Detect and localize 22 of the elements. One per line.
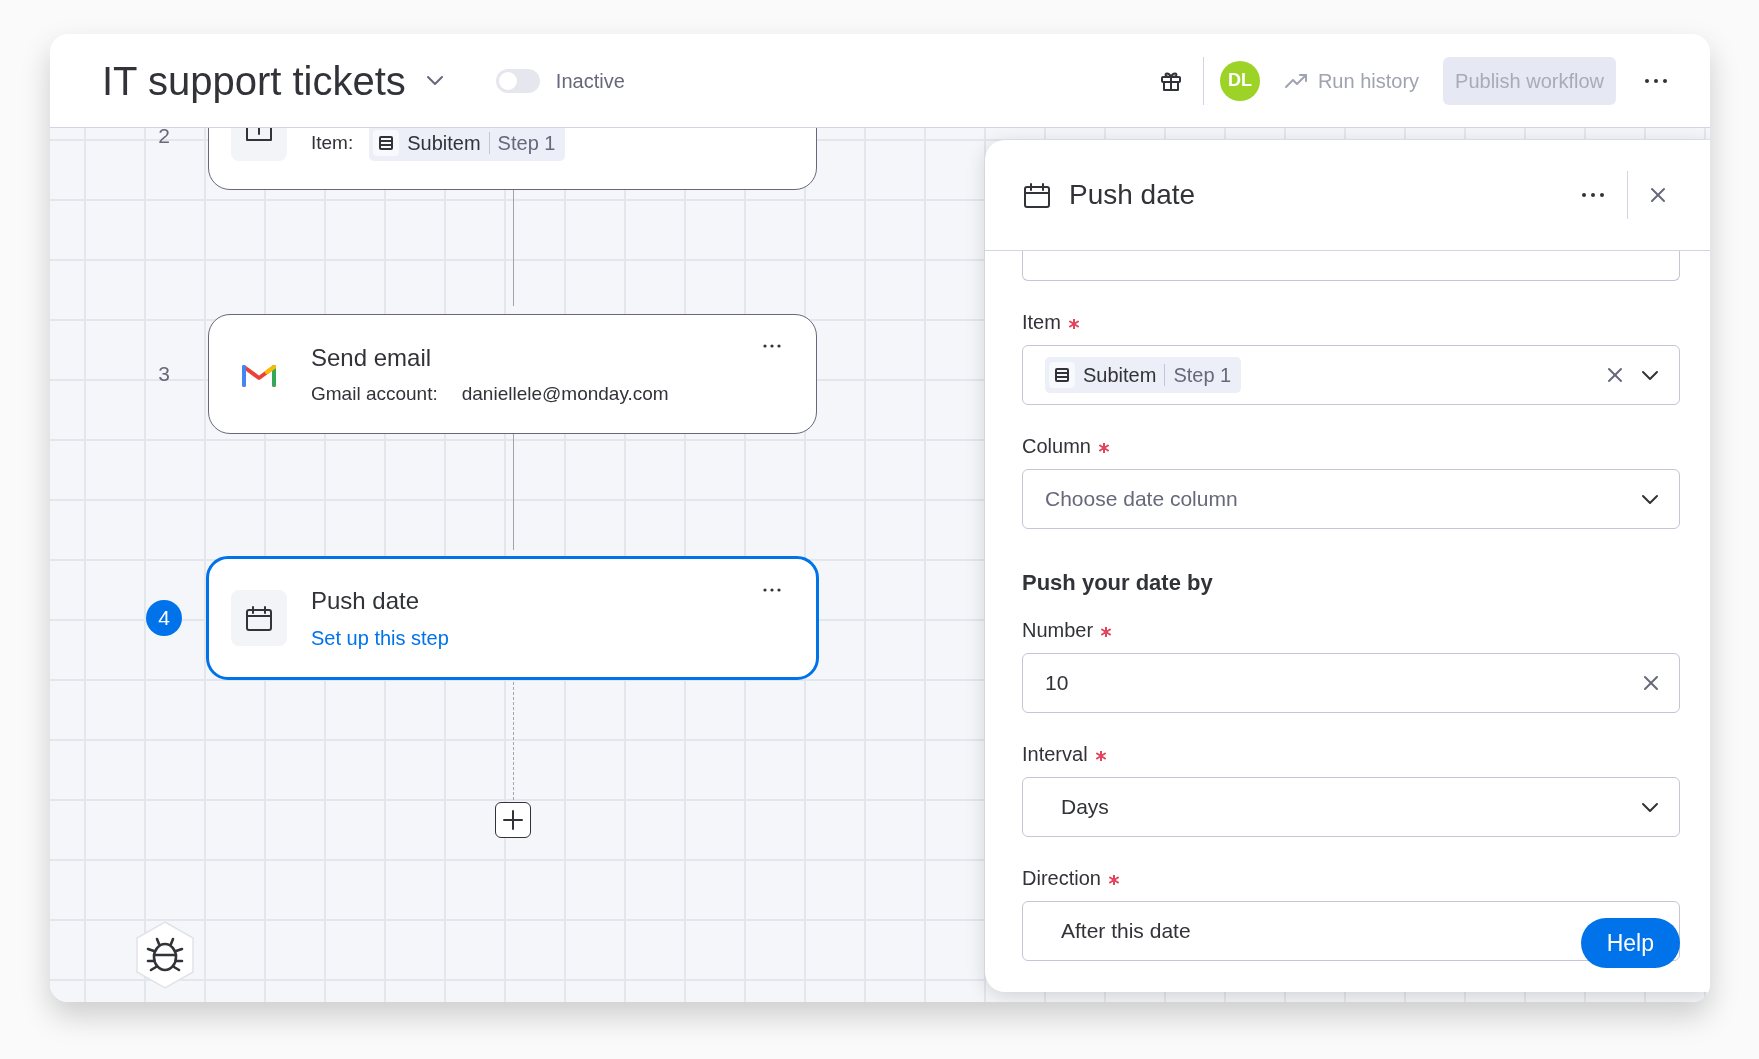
step-title: Send email <box>311 342 433 373</box>
status-label: Inactive <box>555 68 625 94</box>
field-label: Gmail account: <box>311 381 438 406</box>
publish-button: Publish workflow <box>1443 56 1616 105</box>
field-label: Number <box>1022 618 1094 643</box>
field-label: Item <box>1022 310 1061 335</box>
step-title: Push date <box>311 586 421 616</box>
field-label: Column <box>1022 434 1091 459</box>
field-label: Item: <box>311 130 354 155</box>
field-label: Direction <box>1022 866 1101 891</box>
step-number: 2 <box>157 128 171 149</box>
chip-name: Subitem <box>1083 363 1157 388</box>
chip-step: Step 1 <box>497 128 556 158</box>
step-number: 4 <box>146 600 182 636</box>
section-heading: Push your date by <box>1022 569 1214 597</box>
email-address: daniellele@monday.com <box>461 381 669 406</box>
step-number: 3 <box>157 361 171 387</box>
workflow-title: IT support tickets <box>102 57 406 105</box>
chip-step: Step 1 <box>1173 360 1232 390</box>
chip-name: Subitem <box>407 131 481 156</box>
panel-title: Push date <box>1069 178 1197 212</box>
field-label: Interval <box>1022 742 1088 767</box>
